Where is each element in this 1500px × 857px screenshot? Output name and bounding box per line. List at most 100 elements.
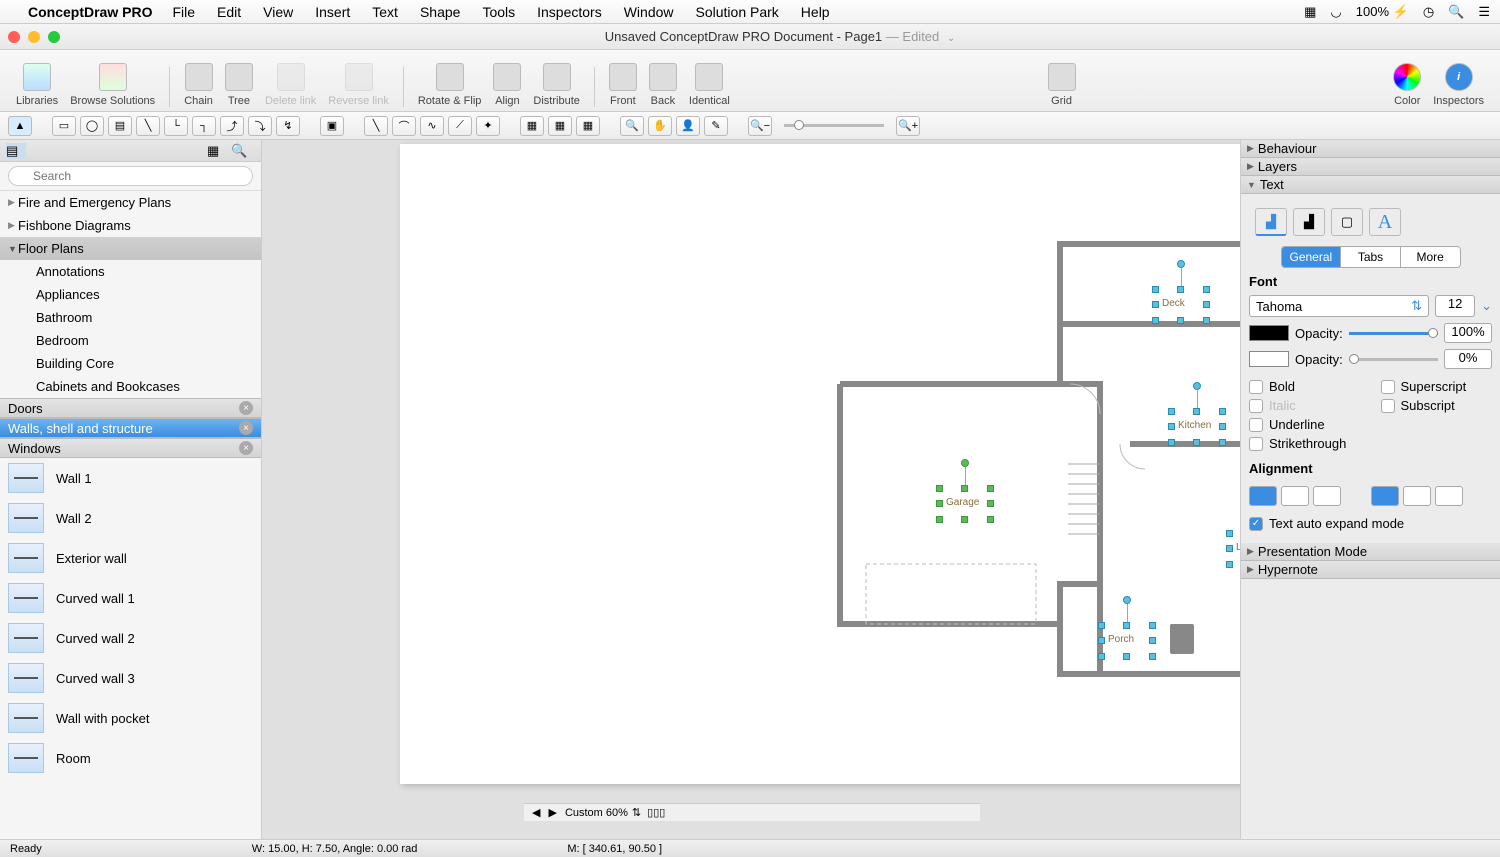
eyedropper-tool[interactable]: 👤	[676, 116, 700, 136]
window-close-button[interactable]	[8, 31, 20, 43]
clock-icon[interactable]: ◷	[1423, 4, 1434, 20]
valign-bottom-button[interactable]	[1435, 486, 1463, 506]
cat-appliances[interactable]: Appliances	[0, 283, 261, 306]
library-search-icon[interactable]: 🔍	[231, 143, 251, 159]
line-tool[interactable]: ╲	[136, 116, 160, 136]
library-search-input[interactable]	[8, 166, 253, 186]
curve-tool-3[interactable]: ∿	[420, 116, 444, 136]
app-name[interactable]: ConceptDraw PRO	[28, 4, 152, 20]
text-shadow-icon[interactable]: ▟	[1293, 208, 1325, 236]
window-minimize-button[interactable]	[28, 31, 40, 43]
zoom-level[interactable]: Custom 60%	[565, 807, 628, 819]
insp-hypernote[interactable]: ▶Hypernote	[1241, 561, 1500, 579]
bg-opacity-value[interactable]: 0%	[1444, 349, 1492, 369]
pencil-tool[interactable]: ✎	[704, 116, 728, 136]
shape-room[interactable]: Room	[0, 738, 261, 778]
insp-behaviour[interactable]: ▶Behaviour	[1241, 140, 1500, 158]
curve-tool-5[interactable]: ✦	[476, 116, 500, 136]
curve-tool-2[interactable]: ⌒	[392, 116, 416, 136]
canvas-area[interactable]: DeckKitchenDinGarageLivingPorch ◀ ▶ Cust…	[262, 140, 1240, 839]
insp-layers[interactable]: ▶Layers	[1241, 158, 1500, 176]
menu-text[interactable]: Text	[372, 4, 398, 20]
page-nav-prev[interactable]: ◀	[532, 806, 540, 819]
font-size-stepper-icon[interactable]: ⌄	[1481, 298, 1492, 314]
room-label-deck[interactable]: Deck	[1156, 290, 1206, 320]
align-left-button[interactable]	[1249, 486, 1277, 506]
pages-icon[interactable]: ▯▯▯	[647, 806, 665, 819]
connector-tool-5[interactable]: ↯	[276, 116, 300, 136]
section-doors[interactable]: Doors×	[0, 398, 261, 418]
font-family-select[interactable]: Tahoma⇅	[1249, 295, 1429, 317]
tb-identical[interactable]: Identical	[683, 63, 736, 107]
zoom-tool[interactable]: 🔍	[620, 116, 644, 136]
wifi-icon[interactable]: ◡	[1330, 4, 1341, 20]
battery-status[interactable]: 100% ⚡	[1356, 4, 1409, 20]
menu-edit[interactable]: Edit	[217, 4, 241, 20]
close-icon[interactable]: ×	[239, 421, 253, 435]
menu-file[interactable]: File	[172, 4, 195, 20]
zoom-slider[interactable]	[784, 124, 884, 127]
menu-view[interactable]: View	[263, 4, 293, 20]
library-grid-icon[interactable]: ▦	[207, 143, 227, 159]
cat-bedroom[interactable]: Bedroom	[0, 329, 261, 352]
text-fill-icon[interactable]: ▟	[1255, 208, 1287, 236]
group-tool-1[interactable]: ▦	[520, 116, 544, 136]
menu-inspectors[interactable]: Inspectors	[537, 4, 602, 20]
cat-building-core[interactable]: Building Core	[0, 352, 261, 375]
valign-top-button[interactable]	[1371, 486, 1399, 506]
subtab-more[interactable]: More	[1400, 247, 1460, 267]
check-underline[interactable]: Underline	[1249, 417, 1361, 432]
valign-middle-button[interactable]	[1403, 486, 1431, 506]
subtab-tabs[interactable]: Tabs	[1340, 247, 1400, 267]
text-box-icon[interactable]: ▢	[1331, 208, 1363, 236]
text-opacity-slider[interactable]	[1349, 332, 1438, 335]
room-label-garage[interactable]: Garage	[940, 489, 990, 519]
pan-tool[interactable]: ✋	[648, 116, 672, 136]
connector-tool-3[interactable]: ⤴	[220, 116, 244, 136]
bg-color-swatch[interactable]	[1249, 351, 1289, 367]
subtab-general[interactable]: General	[1282, 247, 1341, 267]
text-opacity-value[interactable]: 100%	[1444, 323, 1492, 343]
text-color-swatch[interactable]	[1249, 325, 1289, 341]
connector-tool-2[interactable]: ┐	[192, 116, 216, 136]
align-center-button[interactable]	[1281, 486, 1309, 506]
text-font-icon[interactable]: A	[1369, 208, 1401, 236]
group-tool-2[interactable]: ▦	[548, 116, 572, 136]
zoom-out-button[interactable]: 🔍−	[748, 116, 772, 136]
close-icon[interactable]: ×	[239, 401, 253, 415]
ellipse-tool[interactable]: ◯	[80, 116, 104, 136]
section-walls[interactable]: Walls, shell and structure×	[0, 418, 261, 438]
shape-wall-2[interactable]: Wall 2	[0, 498, 261, 538]
menu-help[interactable]: Help	[801, 4, 830, 20]
tb-chain[interactable]: Chain	[178, 63, 219, 107]
tb-distribute[interactable]: Distribute	[527, 63, 585, 107]
cat-annotations[interactable]: Annotations	[0, 260, 261, 283]
cat-cabinets[interactable]: Cabinets and Bookcases	[0, 375, 261, 398]
shape-curved-wall-2[interactable]: Curved wall 2	[0, 618, 261, 658]
menu-shape[interactable]: Shape	[420, 4, 460, 20]
tb-browse-solutions[interactable]: Browse Solutions	[64, 63, 161, 107]
check-auto-expand[interactable]: ✓Text auto expand mode	[1249, 516, 1492, 531]
section-windows[interactable]: Windows×	[0, 438, 261, 458]
cat-bathroom[interactable]: Bathroom	[0, 306, 261, 329]
title-dropdown-icon[interactable]: ⌄	[947, 33, 955, 44]
spotlight-icon[interactable]: 🔍	[1448, 4, 1464, 20]
font-size-input[interactable]: 12	[1435, 295, 1475, 317]
insp-presentation[interactable]: ▶Presentation Mode	[1241, 543, 1500, 561]
group-tool-3[interactable]: ▦	[576, 116, 600, 136]
shape-curved-wall-1[interactable]: Curved wall 1	[0, 578, 261, 618]
tb-color[interactable]: Color	[1387, 63, 1427, 107]
connector-tool-4[interactable]: ⤵	[248, 116, 272, 136]
menu-tools[interactable]: Tools	[482, 4, 515, 20]
menu-solution-park[interactable]: Solution Park	[696, 4, 779, 20]
zoom-stepper-icon[interactable]: ⇅	[632, 806, 641, 819]
check-bold[interactable]: Bold	[1249, 379, 1361, 394]
page-nav-next[interactable]: ▶	[548, 806, 556, 819]
shape-exterior-wall[interactable]: Exterior wall	[0, 538, 261, 578]
shape-curved-wall-3[interactable]: Curved wall 3	[0, 658, 261, 698]
tb-grid[interactable]: Grid	[1042, 63, 1082, 107]
check-subscript[interactable]: Subscript	[1381, 398, 1493, 413]
cat-fire-emergency[interactable]: ▶Fire and Emergency Plans	[0, 191, 261, 214]
tb-back[interactable]: Back	[643, 63, 683, 107]
shape-wall-1[interactable]: Wall 1	[0, 458, 261, 498]
